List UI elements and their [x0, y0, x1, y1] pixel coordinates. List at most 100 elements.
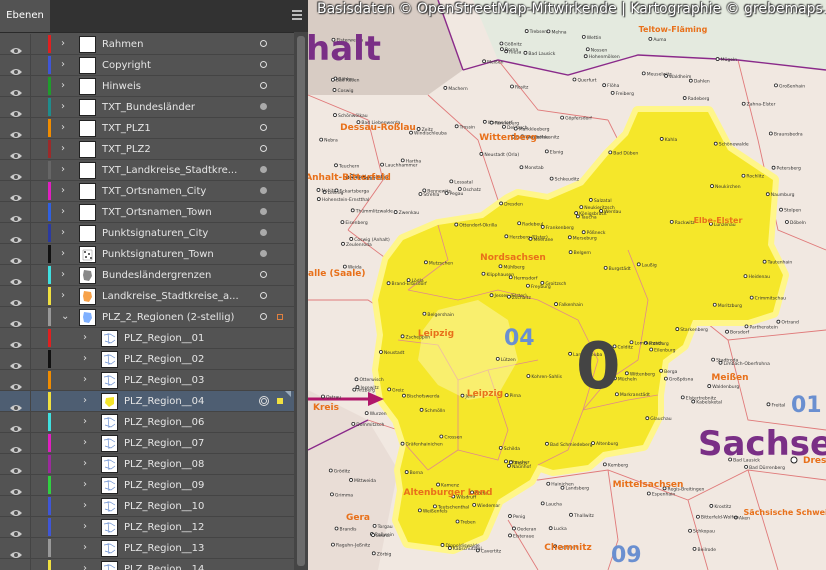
layer-name[interactable]: PLZ_Region__07 — [124, 433, 204, 454]
visibility-eye-icon[interactable] — [9, 355, 23, 369]
chevron-right-icon[interactable]: › — [61, 39, 71, 49]
visibility-eye-icon[interactable] — [9, 565, 23, 570]
layer-name[interactable]: TXT_Bundesländer — [102, 97, 195, 118]
target-circle-icon[interactable] — [260, 166, 267, 173]
visibility-eye-icon[interactable] — [9, 313, 23, 327]
chevron-right-icon[interactable]: › — [61, 123, 71, 133]
visibility-eye-icon[interactable] — [9, 502, 23, 516]
visibility-eye-icon[interactable] — [9, 376, 23, 390]
chevron-right-icon[interactable]: › — [61, 228, 71, 238]
layer-name[interactable]: PLZ_Region__14 — [124, 559, 204, 570]
visibility-eye-icon[interactable] — [9, 292, 23, 306]
chevron-right-icon[interactable]: › — [83, 522, 93, 532]
target-circle-icon[interactable] — [260, 229, 267, 236]
layer-row[interactable]: › TXT_Ortsnamen_Town — [0, 202, 294, 223]
layer-row[interactable]: › PLZ_Region__08 — [0, 454, 294, 475]
layer-row[interactable]: › PLZ_Region__10 — [0, 496, 294, 517]
visibility-eye-icon[interactable] — [9, 82, 23, 96]
target-circle-icon[interactable] — [260, 40, 267, 47]
layer-name[interactable]: PLZ_Region__06 — [124, 412, 204, 433]
chevron-right-icon[interactable]: › — [61, 165, 71, 175]
chevron-right-icon[interactable]: › — [83, 543, 93, 553]
chevron-right-icon[interactable]: › — [61, 186, 71, 196]
layer-name[interactable]: PLZ_Region__12 — [124, 517, 204, 538]
chevron-right-icon[interactable]: › — [61, 144, 71, 154]
layer-name[interactable]: PLZ_Region__01 — [124, 328, 204, 349]
layer-name[interactable]: TXT_Ortsnamen_City — [102, 181, 206, 202]
layer-row[interactable]: › TXT_PLZ1 — [0, 118, 294, 139]
layer-row[interactable]: › Hinweis — [0, 76, 294, 97]
target-circle-icon[interactable] — [260, 313, 267, 320]
chevron-right-icon[interactable]: › — [61, 249, 71, 259]
layer-row[interactable]: › PLZ_Region__02 — [0, 349, 294, 370]
layer-name[interactable]: PLZ_Region__08 — [124, 454, 204, 475]
visibility-eye-icon[interactable] — [9, 544, 23, 558]
layer-row[interactable]: › Copyright — [0, 55, 294, 76]
chevron-right-icon[interactable]: › — [83, 564, 93, 570]
layer-row[interactable]: › Bundesländergrenzen — [0, 265, 294, 286]
target-circle-icon[interactable] — [260, 271, 267, 278]
layer-row[interactable]: › PLZ_Region__03 — [0, 370, 294, 391]
panel-menu-icon[interactable] — [292, 10, 302, 20]
layer-name[interactable]: Hinweis — [102, 76, 141, 97]
target-circle-icon[interactable] — [260, 250, 267, 257]
target-circle-icon[interactable] — [260, 124, 267, 131]
chevron-right-icon[interactable]: › — [83, 480, 93, 490]
visibility-eye-icon[interactable] — [9, 439, 23, 453]
layer-name[interactable]: PLZ_2_Regionen (2-stellig) — [102, 307, 234, 328]
chevron-right-icon[interactable]: › — [61, 291, 71, 301]
layer-row[interactable]: › PLZ_Region__01 — [0, 328, 294, 349]
visibility-eye-icon[interactable] — [9, 124, 23, 138]
layer-row[interactable]: › Punktsignaturen_City — [0, 223, 294, 244]
visibility-eye-icon[interactable] — [9, 397, 23, 411]
chevron-right-icon[interactable]: › — [83, 375, 93, 385]
visibility-eye-icon[interactable] — [9, 460, 23, 474]
layer-row[interactable]: › Rahmen — [0, 34, 294, 55]
layer-row[interactable]: › PLZ_Region__13 — [0, 538, 294, 559]
layer-name[interactable]: TXT_Landkreise_Stadtkre... — [102, 160, 237, 181]
layer-name[interactable]: PLZ_Region__02 — [124, 349, 204, 370]
visibility-eye-icon[interactable] — [9, 523, 23, 537]
layer-row[interactable]: › TXT_Ortsnamen_City — [0, 181, 294, 202]
layer-row[interactable]: › PLZ_Region__07 — [0, 433, 294, 454]
target-circle-icon[interactable] — [260, 103, 267, 110]
visibility-eye-icon[interactable] — [9, 61, 23, 75]
target-circle-icon[interactable] — [260, 82, 267, 89]
layer-row[interactable]: ⌄ PLZ_2_Regionen (2-stellig) — [0, 307, 294, 328]
layer-name[interactable]: PLZ_Region__10 — [124, 496, 204, 517]
target-circle-icon[interactable] — [260, 145, 267, 152]
layer-row[interactable]: › PLZ_Region__14 — [0, 559, 294, 570]
layer-name[interactable]: Punktsignaturen_City — [102, 223, 208, 244]
target-circle-icon[interactable] — [260, 187, 267, 194]
layer-name[interactable]: Copyright — [102, 55, 151, 76]
layers-tab[interactable]: Ebenen — [0, 0, 50, 32]
chevron-right-icon[interactable]: › — [83, 501, 93, 511]
selection-indicator[interactable] — [277, 314, 283, 320]
chevron-right-icon[interactable]: › — [83, 438, 93, 448]
visibility-eye-icon[interactable] — [9, 334, 23, 348]
layer-row[interactable]: › Punktsignaturen_Town — [0, 244, 294, 265]
layer-name[interactable]: Landkreise_Stadtkreise_a... — [102, 286, 239, 307]
layer-name[interactable]: PLZ_Region__03 — [124, 370, 204, 391]
chevron-right-icon[interactable]: › — [61, 207, 71, 217]
chevron-right-icon[interactable]: › — [61, 102, 71, 112]
visibility-eye-icon[interactable] — [9, 229, 23, 243]
visibility-eye-icon[interactable] — [9, 40, 23, 54]
selection-indicator[interactable] — [277, 398, 283, 404]
target-circle-icon[interactable] — [260, 61, 267, 68]
layer-name[interactable]: PLZ_Region__13 — [124, 538, 204, 559]
chevron-right-icon[interactable]: › — [61, 81, 71, 91]
layer-name[interactable]: PLZ_Region__09 — [124, 475, 204, 496]
chevron-right-icon[interactable]: › — [83, 417, 93, 427]
scrollbar-thumb[interactable] — [297, 36, 305, 566]
visibility-eye-icon[interactable] — [9, 418, 23, 432]
layer-row[interactable]: › PLZ_Region__12 — [0, 517, 294, 538]
layer-name[interactable]: TXT_Ortsnamen_Town — [102, 202, 212, 223]
layer-row[interactable]: › PLZ_Region__06 — [0, 412, 294, 433]
visibility-eye-icon[interactable] — [9, 103, 23, 117]
visibility-eye-icon[interactable] — [9, 250, 23, 264]
layer-name[interactable]: Rahmen — [102, 34, 143, 55]
chevron-right-icon[interactable]: › — [61, 270, 71, 280]
visibility-eye-icon[interactable] — [9, 271, 23, 285]
target-circle-icon[interactable] — [260, 292, 267, 299]
